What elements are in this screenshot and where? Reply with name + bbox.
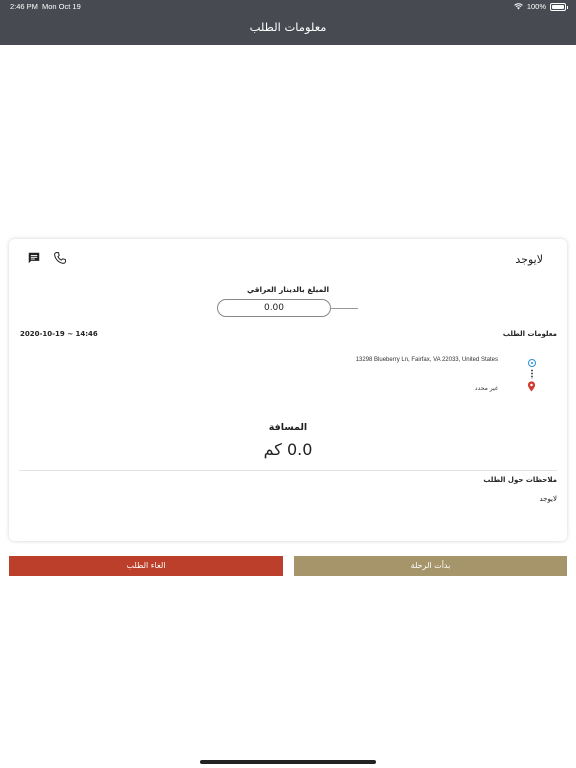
- order-info-label: معلومات الطلب: [502, 330, 557, 338]
- amount-field: 0.00: [217, 299, 331, 317]
- start-trip-button[interactable]: بدأت الرحلة: [294, 556, 567, 576]
- home-indicator[interactable]: [200, 760, 376, 764]
- order-card: لايوجد المبلغ بالدينار العراقي 0.00 معلو…: [9, 239, 567, 541]
- customer-name: لايوجد: [515, 253, 543, 266]
- phone-icon[interactable]: [53, 251, 67, 265]
- status-right: 100%: [514, 2, 568, 11]
- top-bar: 2:46 PM Mon Oct 19 100% معلومات الطلب: [0, 0, 576, 45]
- route-dots: [531, 369, 533, 379]
- order-datetime: 2020-10-19 ~ 14:46: [20, 330, 98, 338]
- pickup-marker-icon: [528, 359, 536, 367]
- pickup-address: 13298 Blueberry Ln, Fairfax, VA 22033, U…: [355, 357, 498, 363]
- amount-label: المبلغ بالدينار العراقي: [246, 285, 330, 294]
- battery-icon: [550, 2, 568, 11]
- dropoff-address: غير محدد: [474, 385, 498, 392]
- wifi-icon: [514, 3, 523, 10]
- notes-value: لايوجد: [539, 495, 557, 503]
- notes-label: ملاحظات حول الطلب: [483, 476, 557, 484]
- status-time: 2:46 PM: [10, 2, 38, 11]
- dropoff-pin-icon: [527, 381, 536, 392]
- amount-line-right: [330, 308, 358, 309]
- distance-label: المسافة: [268, 422, 308, 433]
- page-title: معلومات الطلب: [249, 20, 327, 34]
- status-date: Mon Oct 19: [42, 2, 81, 11]
- divider: [19, 470, 557, 471]
- cancel-order-button[interactable]: الغاء الطلب: [9, 556, 283, 576]
- chat-icon[interactable]: [27, 251, 41, 265]
- distance-value: 0.0 كم: [263, 440, 313, 459]
- battery-percent: 100%: [526, 2, 546, 11]
